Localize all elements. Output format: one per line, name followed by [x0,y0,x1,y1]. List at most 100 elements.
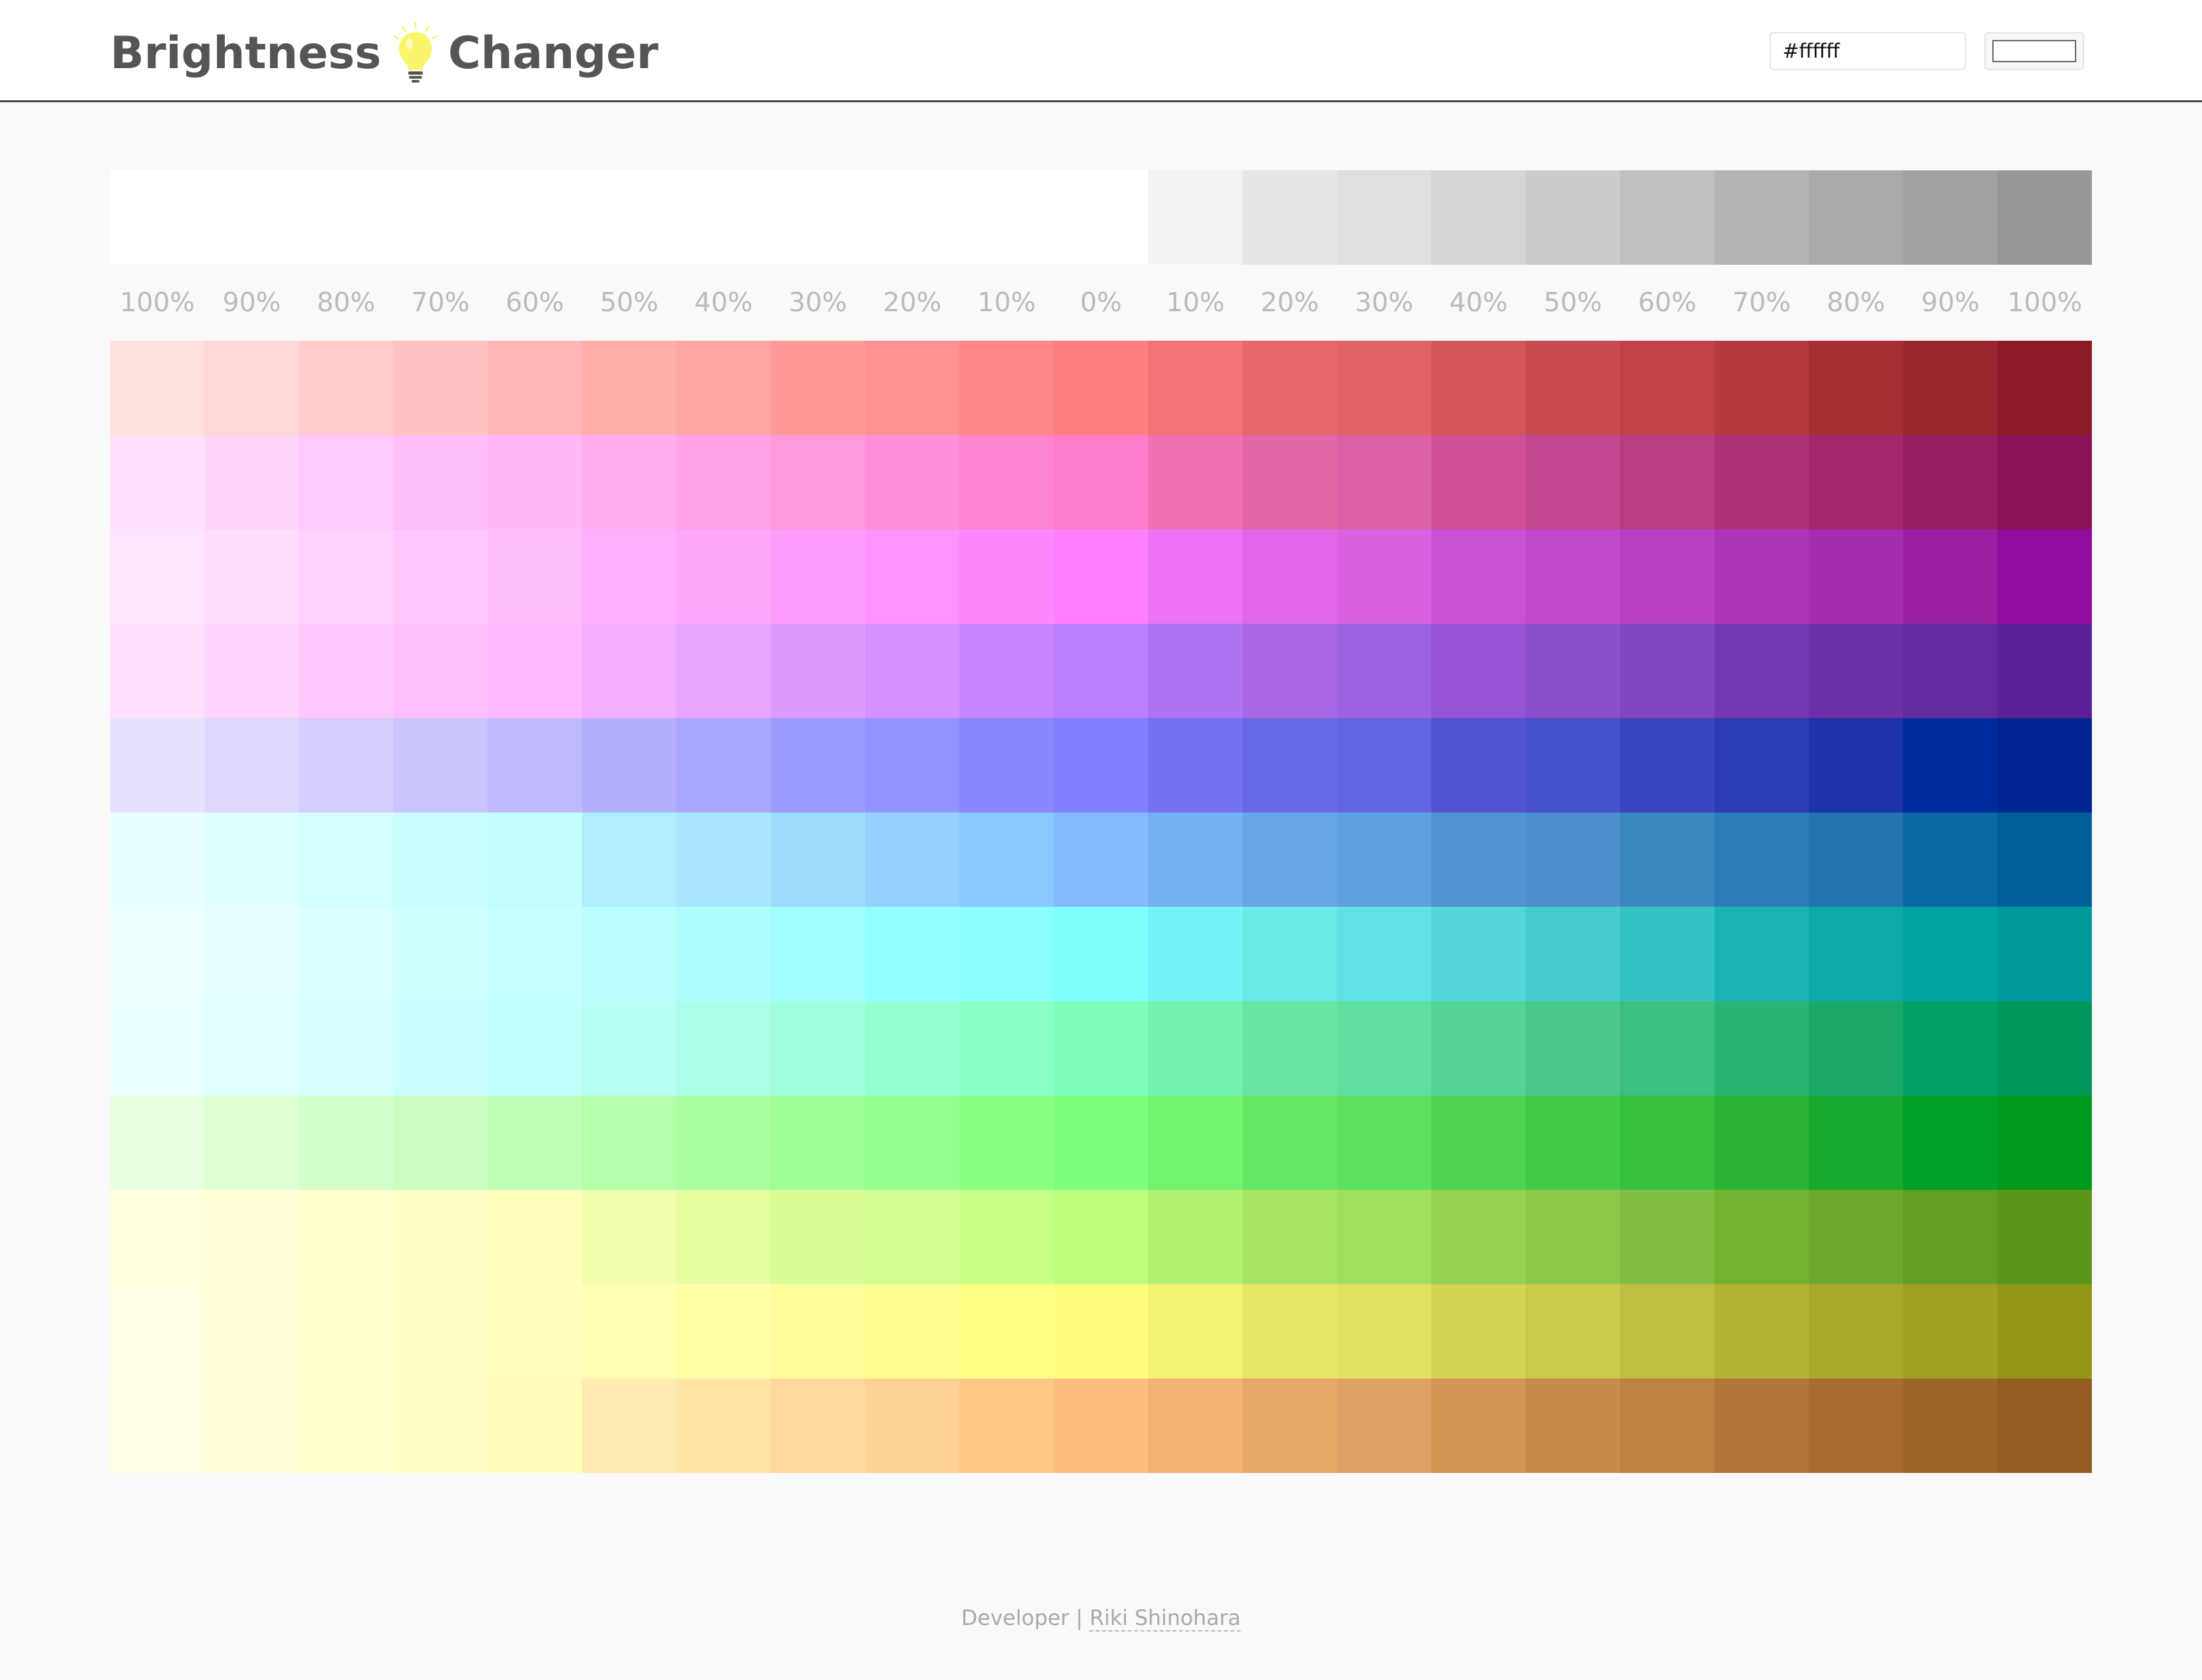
color-swatch[interactable] [1431,529,1526,624]
color-swatch[interactable] [1243,1284,1337,1379]
color-swatch[interactable] [1998,1001,2092,1096]
color-swatch[interactable] [676,435,771,529]
color-swatch[interactable] [110,529,204,624]
color-swatch[interactable] [204,1096,299,1190]
color-swatch[interactable] [771,907,865,1001]
color-swatch[interactable] [1243,718,1337,812]
color-swatch[interactable] [676,1190,771,1284]
color-swatch[interactable] [488,1284,582,1379]
color-swatch[interactable] [1620,1001,1714,1096]
color-swatch[interactable] [865,1096,959,1190]
color-swatch[interactable] [1526,624,1620,718]
color-swatch[interactable] [299,907,393,1001]
color-swatch[interactable] [1431,1284,1526,1379]
grayscale-swatch[interactable] [110,170,204,265]
color-swatch[interactable] [1620,907,1714,1001]
color-swatch[interactable] [1148,624,1243,718]
color-swatch[interactable] [959,1001,1054,1096]
color-swatch[interactable] [204,1190,299,1284]
color-swatch[interactable] [299,812,393,907]
color-swatch[interactable] [299,1379,393,1473]
grayscale-swatch[interactable] [959,170,1054,265]
color-swatch[interactable] [393,435,488,529]
color-swatch[interactable] [1998,529,2092,624]
color-swatch[interactable] [1243,1379,1337,1473]
color-swatch[interactable] [1054,1190,1148,1284]
color-swatch[interactable] [1526,1001,1620,1096]
color-swatch[interactable] [204,529,299,624]
color-swatch[interactable] [488,1190,582,1284]
color-swatch[interactable] [959,624,1054,718]
grayscale-swatch[interactable] [1243,170,1337,265]
color-swatch[interactable] [1431,341,1526,435]
color-swatch[interactable] [676,907,771,1001]
color-swatch[interactable] [1998,1284,2092,1379]
color-swatch[interactable] [1148,1284,1243,1379]
color-swatch[interactable] [771,1190,865,1284]
color-swatch[interactable] [1148,907,1243,1001]
color-swatch[interactable] [865,1190,959,1284]
color-swatch[interactable] [1148,812,1243,907]
grayscale-swatch[interactable] [1526,170,1620,265]
color-swatch[interactable] [1243,812,1337,907]
color-swatch[interactable] [1054,1379,1148,1473]
color-swatch[interactable] [1998,1096,2092,1190]
color-swatch[interactable] [1337,624,1431,718]
color-swatch[interactable] [393,529,488,624]
color-swatch[interactable] [204,907,299,1001]
color-swatch[interactable] [1431,907,1526,1001]
color-swatch[interactable] [1620,1379,1714,1473]
color-swatch[interactable] [393,907,488,1001]
color-swatch[interactable] [1809,1379,1903,1473]
color-swatch[interactable] [771,812,865,907]
color-swatch[interactable] [1714,907,1809,1001]
grayscale-swatch[interactable] [1337,170,1431,265]
color-swatch[interactable] [393,1284,488,1379]
color-swatch[interactable] [299,341,393,435]
color-swatch[interactable] [1714,435,1809,529]
color-swatch[interactable] [1903,1379,1998,1473]
color-swatch[interactable] [865,907,959,1001]
color-swatch[interactable] [771,1379,865,1473]
grayscale-swatch[interactable] [204,170,299,265]
color-swatch[interactable] [1620,529,1714,624]
color-swatch[interactable] [1337,1284,1431,1379]
color-swatch[interactable] [1526,341,1620,435]
color-swatch[interactable] [1809,1284,1903,1379]
color-swatch[interactable] [1809,624,1903,718]
color-swatch[interactable] [1998,1379,2092,1473]
color-swatch[interactable] [582,1284,676,1379]
color-picker-button[interactable] [1984,32,2084,70]
color-swatch[interactable] [299,529,393,624]
color-swatch[interactable] [1620,718,1714,812]
color-swatch[interactable] [865,1379,959,1473]
color-swatch[interactable] [110,1379,204,1473]
color-swatch[interactable] [959,1096,1054,1190]
color-swatch[interactable] [1809,1001,1903,1096]
color-swatch[interactable] [1903,1096,1998,1190]
color-swatch[interactable] [1148,1001,1243,1096]
color-swatch[interactable] [299,435,393,529]
color-swatch[interactable] [1714,341,1809,435]
color-swatch[interactable] [771,718,865,812]
color-swatch[interactable] [1903,1001,1998,1096]
color-swatch[interactable] [1998,624,2092,718]
color-swatch[interactable] [1431,1096,1526,1190]
color-swatch[interactable] [1620,1284,1714,1379]
color-swatch[interactable] [1337,907,1431,1001]
color-swatch[interactable] [959,812,1054,907]
color-swatch[interactable] [865,1001,959,1096]
color-swatch[interactable] [1148,718,1243,812]
color-swatch[interactable] [771,1001,865,1096]
color-swatch[interactable] [1431,1190,1526,1284]
color-swatch[interactable] [1431,624,1526,718]
color-swatch[interactable] [1054,341,1148,435]
color-swatch[interactable] [299,624,393,718]
color-swatch[interactable] [1431,812,1526,907]
color-swatch[interactable] [1526,1284,1620,1379]
color-swatch[interactable] [771,341,865,435]
color-swatch[interactable] [1809,341,1903,435]
color-swatch[interactable] [1431,1379,1526,1473]
color-swatch[interactable] [488,718,582,812]
grayscale-swatch[interactable] [393,170,488,265]
